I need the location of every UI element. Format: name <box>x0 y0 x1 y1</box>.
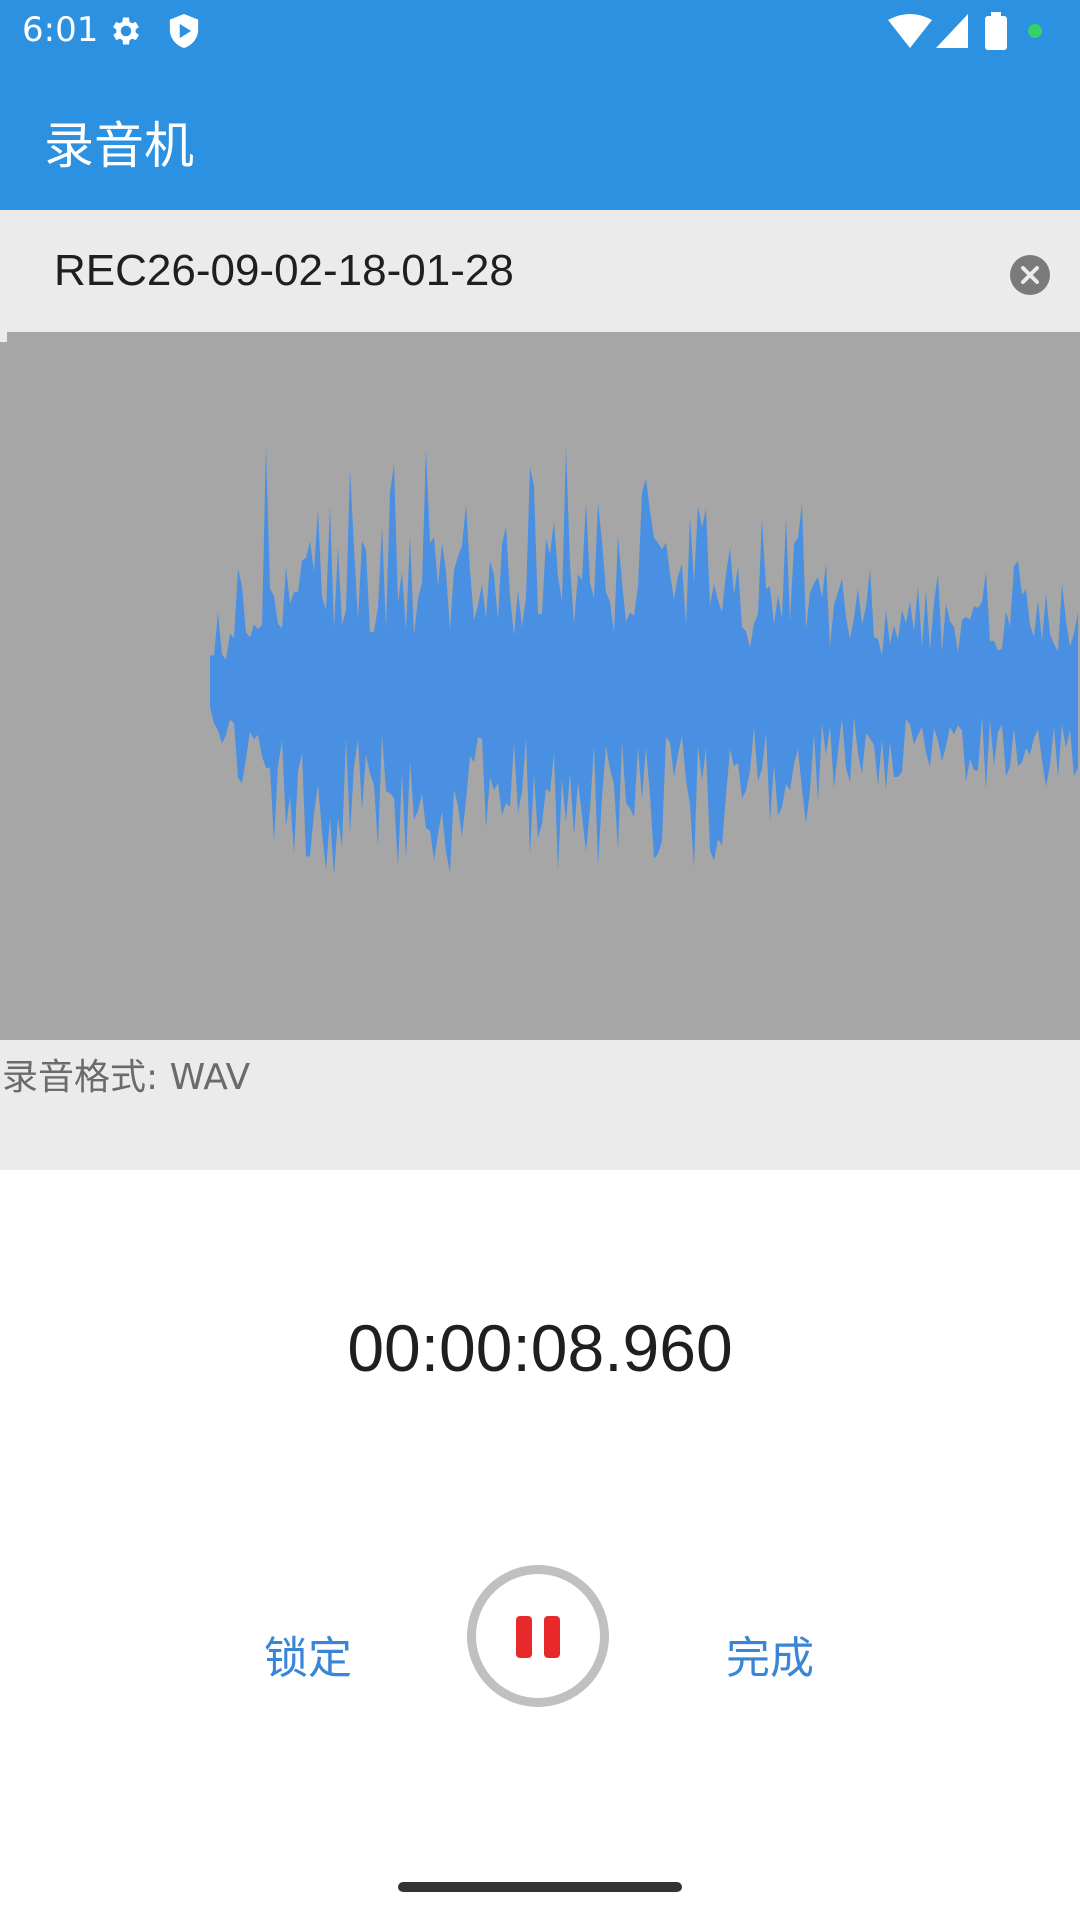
pause-icon <box>516 1616 560 1658</box>
pause-bar-left <box>516 1616 532 1658</box>
file-name-field[interactable]: REC26-09-02-18-01-28 <box>54 246 514 296</box>
close-circle-icon[interactable] <box>1010 255 1050 295</box>
app-title: 录音机 <box>44 117 194 175</box>
format-panel: 录音格式: WAV <box>0 1040 1080 1170</box>
elapsed-timer: 00:00:08.960 <box>347 1311 733 1385</box>
status-time: 6:01 <box>22 10 99 50</box>
waveform-area <box>0 332 1080 1040</box>
done-button[interactable]: 完成 <box>726 1622 814 1686</box>
pause-bar-right <box>544 1616 560 1658</box>
shield-icon <box>169 14 199 48</box>
app-bar: 录音机 <box>0 62 1080 210</box>
pause-record-button[interactable] <box>467 1565 609 1707</box>
lock-button[interactable]: 锁定 <box>264 1622 352 1686</box>
wifi-icon <box>888 14 932 48</box>
status-bar: 6:01 <box>0 0 1080 62</box>
signal-icon <box>936 14 968 48</box>
waveform-path <box>210 446 1078 876</box>
battery-icon <box>985 12 1007 50</box>
corner-mark <box>0 332 7 342</box>
notification-dot <box>1028 24 1042 38</box>
gear-icon <box>113 17 139 45</box>
home-indicator[interactable] <box>398 1882 682 1892</box>
waveform <box>210 446 1078 876</box>
format-label: 录音格式: WAV <box>2 1057 251 1098</box>
file-name-bar: REC26-09-02-18-01-28 <box>0 210 1080 332</box>
